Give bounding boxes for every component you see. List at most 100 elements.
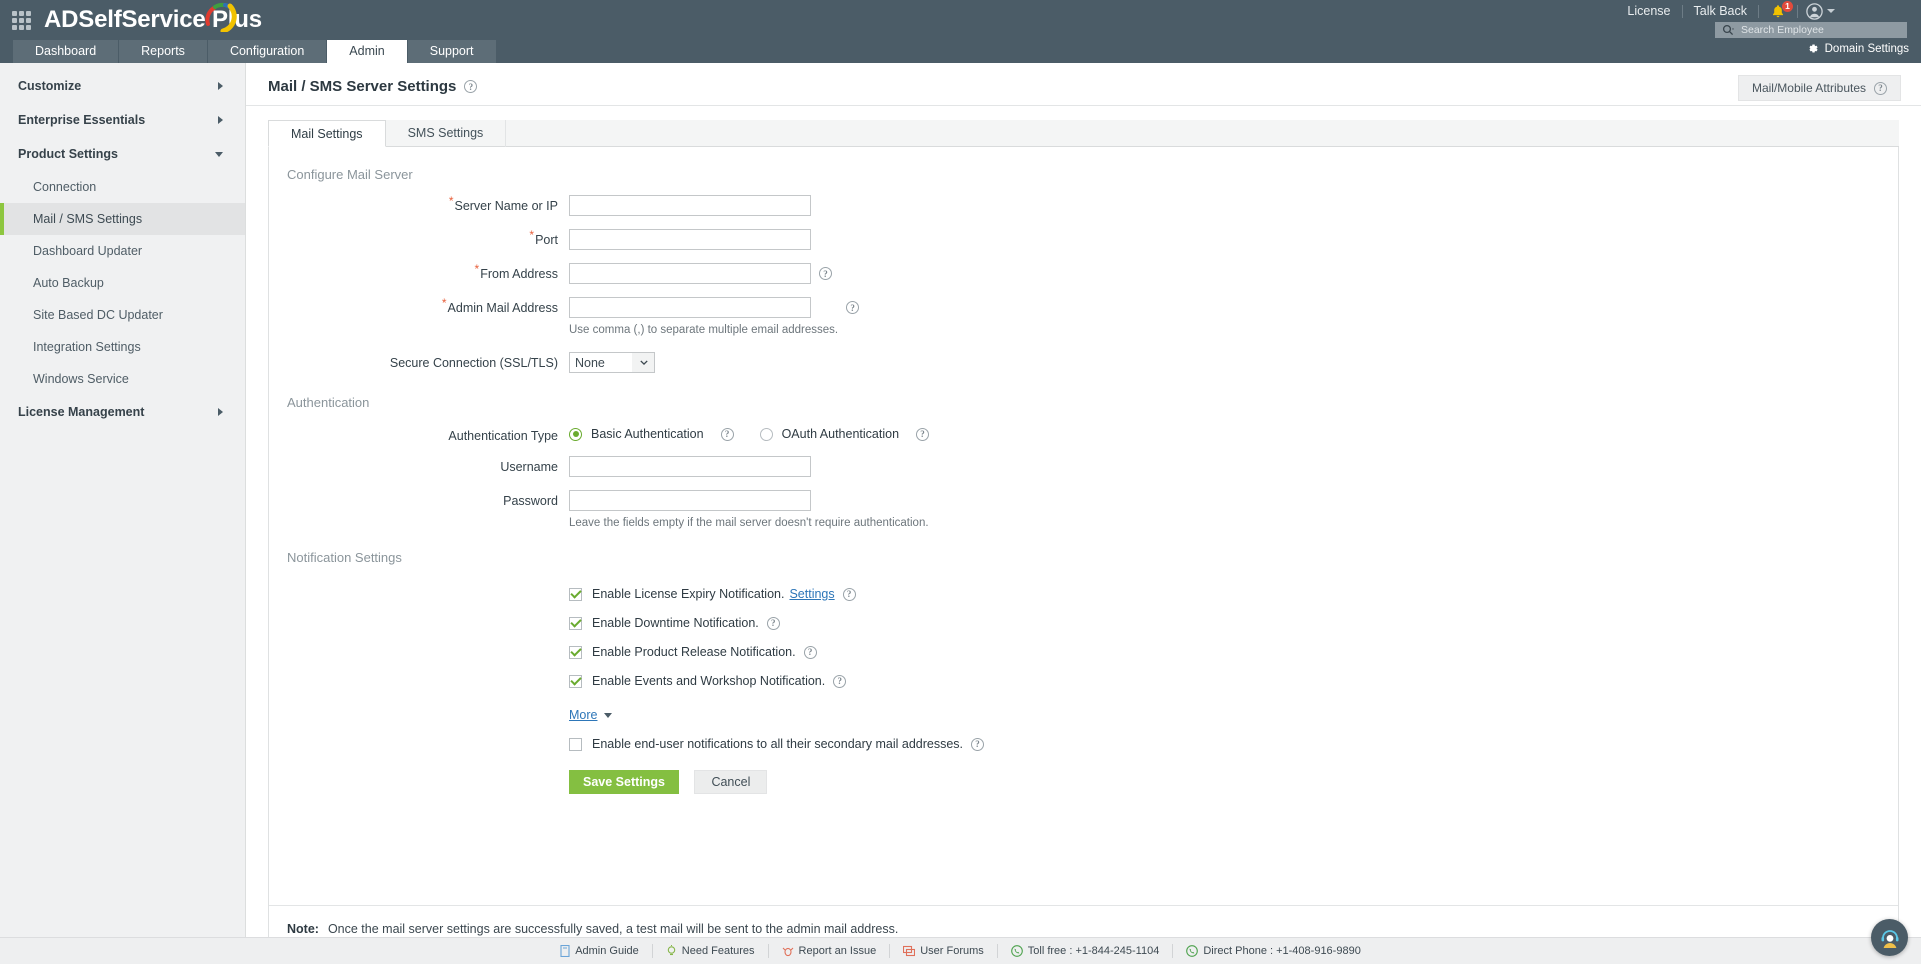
book-icon — [560, 945, 570, 957]
more-link[interactable]: More — [569, 708, 597, 722]
sidebar-item-integration-settings[interactable]: Integration Settings — [0, 331, 245, 363]
label-authentication-type: Authentication Type — [448, 429, 558, 443]
footer-admin-guide[interactable]: Admin Guide — [547, 944, 653, 958]
port-input[interactable] — [569, 229, 811, 250]
more-toggle[interactable]: More — [569, 708, 613, 722]
notifications-button[interactable]: 1 — [1759, 0, 1797, 19]
spacer-label — [269, 616, 569, 620]
admin-mail-address-input[interactable] — [569, 297, 811, 318]
checkbox-secondary-mail-notifications[interactable] — [569, 737, 582, 751]
chevron-right-icon — [218, 116, 223, 124]
footer-toll-free-phone[interactable]: Toll free : +1-844-245-1104 — [998, 944, 1174, 958]
help-icon[interactable]: ? — [842, 587, 856, 601]
nav-tab-support[interactable]: Support — [407, 40, 496, 63]
field-row-authentication-type: Authentication Type Basic Authentication… — [269, 425, 1898, 443]
user-menu[interactable] — [1798, 2, 1835, 20]
help-icon[interactable]: ? — [819, 267, 832, 280]
help-icon[interactable]: ? — [766, 616, 780, 630]
sidebar-item-mail-sms-settings[interactable]: Mail / SMS Settings — [0, 203, 245, 235]
page-header: Mail / SMS Server Settings ? Mail/Mobile… — [246, 63, 1921, 106]
password-input[interactable] — [569, 490, 811, 511]
secure-connection-select[interactable]: None — [569, 352, 655, 373]
user-avatar-icon — [1806, 2, 1823, 20]
main-navigation-bar: Dashboard Reports Configuration Admin Su… — [0, 40, 1921, 63]
page-shell: Customize Enterprise Essentials Product … — [0, 63, 1921, 964]
help-icon[interactable]: ? — [803, 645, 817, 659]
footer-label: Need Features — [681, 945, 755, 957]
sidebar-group-product-settings[interactable]: Product Settings — [0, 137, 245, 171]
domain-settings-button[interactable]: Domain Settings — [1806, 42, 1909, 55]
help-icon[interactable]: ? — [971, 737, 985, 751]
required-asterisk: * — [474, 261, 480, 276]
tab-sms-settings[interactable]: SMS Settings — [386, 120, 507, 147]
cancel-button[interactable]: Cancel — [694, 770, 768, 794]
section-configure-mail-server: Configure Mail Server — [287, 167, 413, 182]
sidebar-group-enterprise-essentials[interactable]: Enterprise Essentials — [0, 103, 245, 137]
help-icon[interactable]: ? — [720, 427, 734, 441]
sidebar-item-windows-service[interactable]: Windows Service — [0, 363, 245, 395]
apps-grid-icon[interactable] — [12, 11, 31, 30]
footer-label: Direct Phone : +1-408-916-9890 — [1203, 945, 1361, 957]
checkbox-row: Enable Product Release Notification. ? — [569, 645, 817, 659]
footer-report-an-issue[interactable]: Report an Issue — [769, 944, 891, 958]
top-header-bar: ADSelfService Plus License Talk Back 1 — [0, 0, 1921, 40]
footer-need-features[interactable]: Need Features — [653, 944, 769, 958]
checkbox-downtime-notification[interactable] — [569, 616, 582, 630]
license-expiry-settings-link[interactable]: Settings — [789, 587, 834, 601]
mail-mobile-attributes-button[interactable]: Mail/Mobile Attributes ? — [1737, 75, 1901, 101]
tab-mail-settings[interactable]: Mail Settings — [268, 120, 386, 147]
sidebar-item-auto-backup[interactable]: Auto Backup — [0, 267, 245, 299]
label-text: Port — [535, 233, 558, 247]
footer-direct-phone[interactable]: Direct Phone : +1-408-916-9890 — [1173, 944, 1373, 958]
chevron-down-icon — [215, 151, 223, 157]
footer-label: Toll free : +1-844-245-1104 — [1027, 945, 1160, 957]
sidebar-item-connection[interactable]: Connection — [0, 171, 245, 203]
label-port: *Port — [269, 229, 569, 247]
checkbox-product-release-notification[interactable] — [569, 645, 582, 659]
phone-icon — [1186, 945, 1199, 957]
label-text: Admin Mail Address — [447, 301, 558, 315]
label-server-name-or-ip: *Server Name or IP — [269, 195, 569, 213]
search-employee-box[interactable] — [1715, 22, 1907, 38]
radio-basic-authentication[interactable] — [569, 427, 582, 441]
nav-tab-admin[interactable]: Admin — [327, 40, 407, 63]
action-buttons-row: Save Settings Cancel — [269, 770, 1898, 794]
spacer-label — [269, 737, 569, 741]
talk-back-link[interactable]: Talk Back — [1683, 0, 1759, 22]
nav-tab-reports[interactable]: Reports — [119, 40, 207, 63]
mail-mobile-attributes-label: Mail/Mobile Attributes — [1751, 81, 1866, 95]
help-icon[interactable]: ? — [916, 427, 930, 441]
search-input[interactable] — [1741, 23, 1901, 37]
spacer-label — [269, 770, 569, 774]
nav-tab-configuration[interactable]: Configuration — [207, 40, 327, 63]
checkbox-row: Enable Downtime Notification. ? — [569, 616, 780, 630]
notification-row-events-workshop: Enable Events and Workshop Notification.… — [269, 674, 1898, 688]
sidebar-group-license-management[interactable]: License Management — [0, 395, 245, 429]
nav-tab-dashboard[interactable]: Dashboard — [13, 40, 119, 63]
radio-label-basic-authentication: Basic Authentication — [591, 427, 704, 441]
checkbox-license-expiry-notification[interactable] — [569, 587, 582, 601]
help-icon[interactable]: ? — [833, 674, 847, 688]
username-input[interactable] — [569, 456, 811, 477]
spacer-label — [269, 708, 569, 712]
sidebar-group-label: Product Settings — [18, 147, 119, 161]
support-chat-button[interactable] — [1871, 919, 1908, 956]
help-icon[interactable]: ? — [1874, 81, 1887, 95]
checkbox-events-workshop-notification[interactable] — [569, 674, 582, 688]
sidebar-item-site-based-dc-updater[interactable]: Site Based DC Updater — [0, 299, 245, 331]
save-settings-button[interactable]: Save Settings — [569, 770, 679, 794]
sidebar-group-customize[interactable]: Customize — [0, 69, 245, 103]
server-name-or-ip-input[interactable] — [569, 195, 811, 216]
radio-label-oauth-authentication: OAuth Authentication — [781, 427, 900, 441]
field-row-port: *Port — [269, 229, 1898, 250]
help-icon[interactable]: ? — [846, 301, 860, 314]
license-link[interactable]: License — [1616, 0, 1681, 22]
checkbox-label-product-release: Enable Product Release Notification. — [592, 645, 796, 659]
notification-row-license-expiry: Enable License Expiry Notification. Sett… — [269, 587, 1898, 601]
help-icon[interactable]: ? — [464, 80, 478, 93]
from-address-input[interactable] — [569, 263, 811, 284]
bulb-icon — [667, 945, 676, 956]
radio-oauth-authentication[interactable] — [759, 427, 773, 441]
sidebar-item-dashboard-updater[interactable]: Dashboard Updater — [0, 235, 245, 267]
footer-user-forums[interactable]: User Forums — [890, 944, 998, 958]
